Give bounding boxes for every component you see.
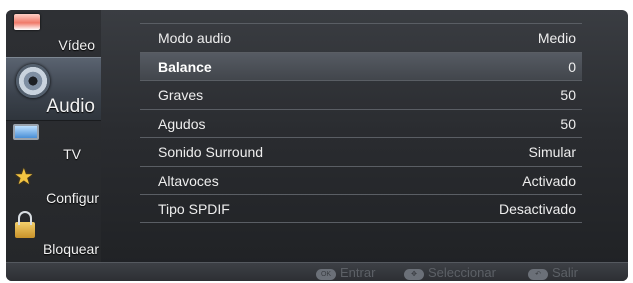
setting-value: Desactivado	[498, 201, 576, 217]
hint-label: Seleccionar	[428, 265, 496, 280]
button-hint-bar: OK Entrar ✥ Seleccionar ↶ Salir	[6, 262, 628, 281]
setting-row-audio-mode[interactable]: Modo audio Medio	[140, 23, 582, 52]
setting-value: 0	[568, 58, 576, 75]
sidebar-item-label: TV	[63, 146, 81, 162]
setting-value: Activado	[522, 172, 576, 189]
setting-row-bass[interactable]: Graves 50	[140, 80, 582, 109]
hint-label: Salir	[552, 265, 579, 280]
sidebar-item-lock[interactable]: Bloquear	[6, 210, 101, 262]
hint-exit: ↶ Salir	[528, 265, 578, 280]
star-icon: ★	[14, 164, 34, 189]
hint-enter: OK Entrar	[316, 265, 375, 280]
audio-settings-list: Modo audio Medio Balance 0 Graves 50 Agu…	[140, 23, 582, 223]
tv-icon	[13, 124, 39, 140]
setting-value: Medio	[537, 30, 576, 46]
sidebar-item-audio[interactable]: Audio	[6, 57, 101, 121]
lock-icon	[15, 211, 35, 238]
setting-name: Balance	[158, 58, 212, 75]
sidebar-item-label: Configur	[46, 190, 99, 206]
setting-name: Modo audio	[158, 30, 232, 46]
dpad-icon: ✥	[404, 269, 424, 280]
setting-name: Altavoces	[158, 172, 219, 189]
sidebar: Vídeo Audio TV ★ Configur Bloquear	[6, 10, 101, 262]
tv-menu-panel: Vídeo Audio TV ★ Configur Bloquear Modo …	[6, 10, 628, 281]
setting-name: Graves	[158, 87, 204, 103]
ok-button-icon: OK	[316, 269, 336, 280]
hint-select: ✥ Seleccionar	[404, 265, 496, 280]
setting-value: 50	[560, 87, 576, 103]
setting-value: 50	[560, 115, 576, 132]
back-icon: ↶	[528, 269, 548, 280]
setting-value: Simular	[528, 144, 576, 160]
sidebar-item-config[interactable]: ★ Configur	[6, 164, 101, 210]
setting-row-balance[interactable]: Balance 0	[140, 51, 582, 80]
sidebar-item-tv[interactable]: TV	[6, 120, 101, 164]
sidebar-item-label: Audio	[46, 96, 95, 117]
setting-row-spdif[interactable]: Tipo SPDIF Desactivado	[140, 194, 582, 223]
setting-name: Sonido Surround	[158, 144, 264, 160]
speaker-icon	[16, 64, 50, 98]
sidebar-item-label: Vídeo	[58, 37, 95, 53]
setting-row-speakers[interactable]: Altavoces Activado	[140, 165, 582, 195]
sidebar-item-label: Bloquear	[42, 241, 99, 257]
setting-name: Tipo SPDIF	[158, 201, 230, 217]
hint-label: Entrar	[340, 265, 376, 280]
setting-row-surround[interactable]: Sonido Surround Simular	[140, 137, 582, 166]
video-icon	[14, 14, 40, 30]
sidebar-item-video[interactable]: Vídeo	[6, 10, 101, 57]
setting-name: Agudos	[158, 115, 206, 132]
setting-row-treble[interactable]: Agudos 50	[140, 108, 582, 138]
